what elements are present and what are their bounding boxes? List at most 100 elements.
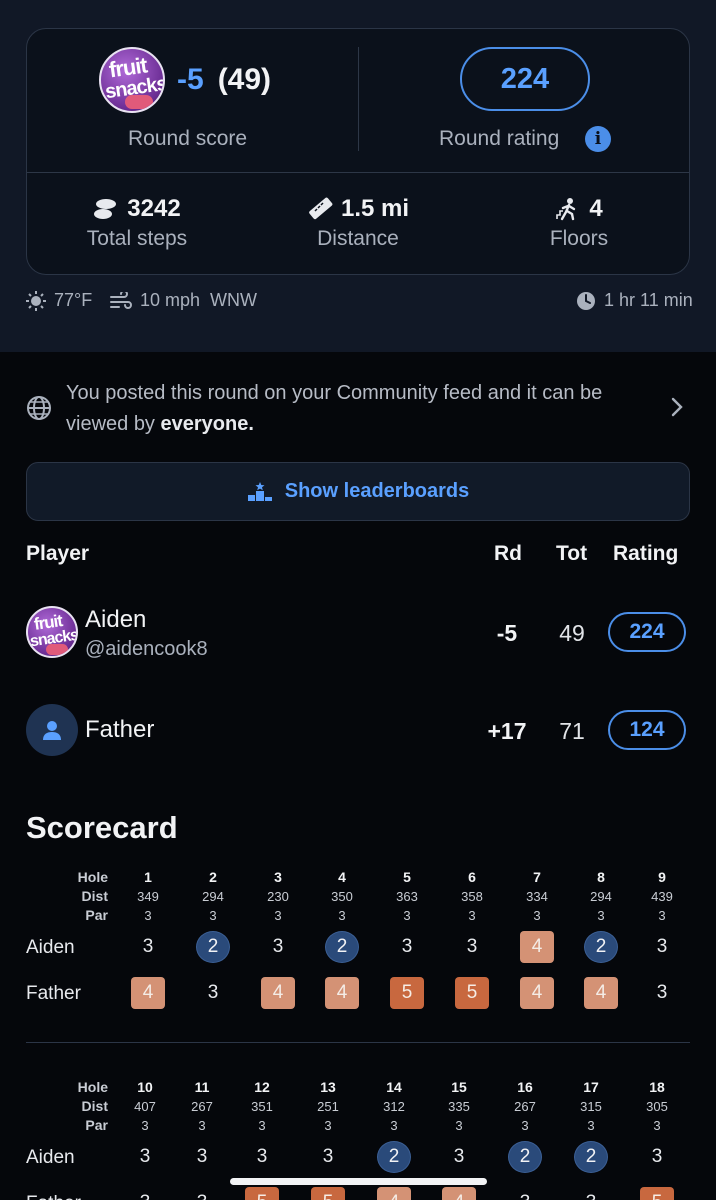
weather-wind: 10 mph WNW <box>110 290 257 311</box>
player-tot: 71 <box>559 718 585 744</box>
hole-number: 12 <box>254 1079 270 1095</box>
avatar <box>26 704 78 756</box>
show-leaderboards-button[interactable]: Show leaderboards <box>26 462 690 521</box>
hole-distance: 358 <box>461 889 483 904</box>
hole-distance: 267 <box>514 1099 536 1114</box>
player-rd: +17 <box>487 718 527 744</box>
hole-distance: 335 <box>448 1099 470 1114</box>
player-rating-badge[interactable]: 124 <box>608 710 686 750</box>
stat-floors: 4 Floors <box>479 195 679 251</box>
hole-score: 4 <box>261 977 295 1009</box>
round-score-value: -5 (49) <box>177 63 271 97</box>
hole-distance: 315 <box>580 1099 602 1114</box>
player-rd: -5 <box>496 620 518 646</box>
hole-score: 2 <box>508 1141 542 1173</box>
hole-score: 3 <box>651 1146 663 1167</box>
round-score-label: Round score <box>128 127 248 150</box>
player-row-father[interactable]: Father +17 71 124 <box>26 704 690 764</box>
hole-score: 3 <box>401 936 413 957</box>
hole-score: 3 <box>128 1187 162 1200</box>
hole-score: 3 <box>196 1146 208 1167</box>
community-notice[interactable]: You posted this round on your Community … <box>26 376 690 440</box>
hole-score: 3 <box>256 1146 268 1167</box>
hole-number: 7 <box>533 869 541 885</box>
hole-par: 3 <box>587 1118 595 1133</box>
person-icon <box>43 721 61 740</box>
hole-number: 9 <box>658 869 666 885</box>
hole-score: 5 <box>455 977 489 1009</box>
player-row-aiden[interactable]: fruit snacks Aiden @aidencook8 -5 49 224 <box>26 606 690 666</box>
hole-par: 3 <box>324 1118 332 1133</box>
hole-score: 2 <box>574 1141 608 1173</box>
header-tot: Tot <box>556 542 588 565</box>
player-name: Father <box>85 716 155 743</box>
chevron-right-icon[interactable] <box>670 396 684 418</box>
hole-distance: 312 <box>383 1099 405 1114</box>
hole-score: 3 <box>272 936 284 957</box>
hole-par: 3 <box>141 1118 149 1133</box>
stat-value: 1.5 mi <box>340 195 410 222</box>
stat-label: Total steps <box>86 227 188 250</box>
round-rating-badge[interactable]: 224 <box>460 47 590 111</box>
hole-score: 3 <box>322 1146 334 1167</box>
user-avatar[interactable]: fruit snacks <box>99 47 165 113</box>
sun-icon <box>26 290 46 311</box>
scorecard-player-name: Father <box>26 983 81 1004</box>
round-score-total: (49) <box>217 63 272 96</box>
community-text: You posted this round on your Community … <box>66 382 603 435</box>
hole-score: 4 <box>442 1187 476 1200</box>
hole-score: 2 <box>584 931 618 963</box>
wind-icon <box>110 291 132 309</box>
header-player: Player <box>26 542 90 565</box>
scorecard-player-name: Father <box>26 1193 81 1200</box>
hole-par: 3 <box>521 1118 529 1133</box>
player-tot: 49 <box>559 620 585 646</box>
hole-number: 5 <box>403 869 411 885</box>
hole-par: 3 <box>338 908 346 923</box>
hole-score: 4 <box>520 977 554 1009</box>
hole-number: 1 <box>144 869 152 885</box>
hole-score: 4 <box>377 1187 411 1200</box>
hole-par: 3 <box>274 908 282 923</box>
hole-number: 18 <box>649 1079 665 1095</box>
round-summary-card: fruit snacks -5 (49) Round score 224 Roun… <box>26 28 690 275</box>
hole-score: 3 <box>185 1187 219 1200</box>
hole-distance: 294 <box>202 889 224 904</box>
hole-score: 4 <box>520 931 554 963</box>
hole-par: 3 <box>533 908 541 923</box>
stat-total-steps: 3242 Total steps <box>37 195 237 251</box>
hole-label: Hole <box>77 869 108 885</box>
divider <box>27 172 689 173</box>
hole-par: 3 <box>468 908 476 923</box>
podium-icon <box>247 481 272 501</box>
hole-score: 4 <box>131 977 165 1009</box>
hole-par: 3 <box>455 1118 463 1133</box>
hole-score: 4 <box>584 977 618 1009</box>
hole-score: 3 <box>139 1146 151 1167</box>
hole-score: 3 <box>574 1187 608 1200</box>
globe-icon <box>27 396 51 420</box>
hole-score: 3 <box>466 936 478 957</box>
player-rating-badge[interactable]: 224 <box>608 612 686 652</box>
hole-score: 3 <box>656 982 668 1003</box>
info-icon[interactable]: i <box>585 126 611 152</box>
hole-number: 13 <box>320 1079 336 1095</box>
home-indicator[interactable] <box>230 1178 487 1185</box>
header-rd: Rd <box>494 542 522 565</box>
hole-number: 6 <box>468 869 476 885</box>
hole-number: 14 <box>386 1079 402 1095</box>
hole-score: 3 <box>508 1187 542 1200</box>
hole-par: 3 <box>653 1118 661 1133</box>
hole-distance: 267 <box>191 1099 213 1114</box>
dist-label: Dist <box>81 888 108 904</box>
hole-par: 3 <box>258 1118 266 1133</box>
divider <box>358 47 359 151</box>
hole-number: 16 <box>517 1079 533 1095</box>
scorecard-player-name: Aiden <box>26 1147 75 1168</box>
hole-number: 15 <box>451 1079 467 1095</box>
scorecard-player-name: Aiden <box>26 937 75 958</box>
hole-score: 5 <box>640 1187 674 1200</box>
hole-par: 3 <box>209 908 217 923</box>
hole-number: 11 <box>194 1079 210 1095</box>
par-label: Par <box>85 907 108 923</box>
